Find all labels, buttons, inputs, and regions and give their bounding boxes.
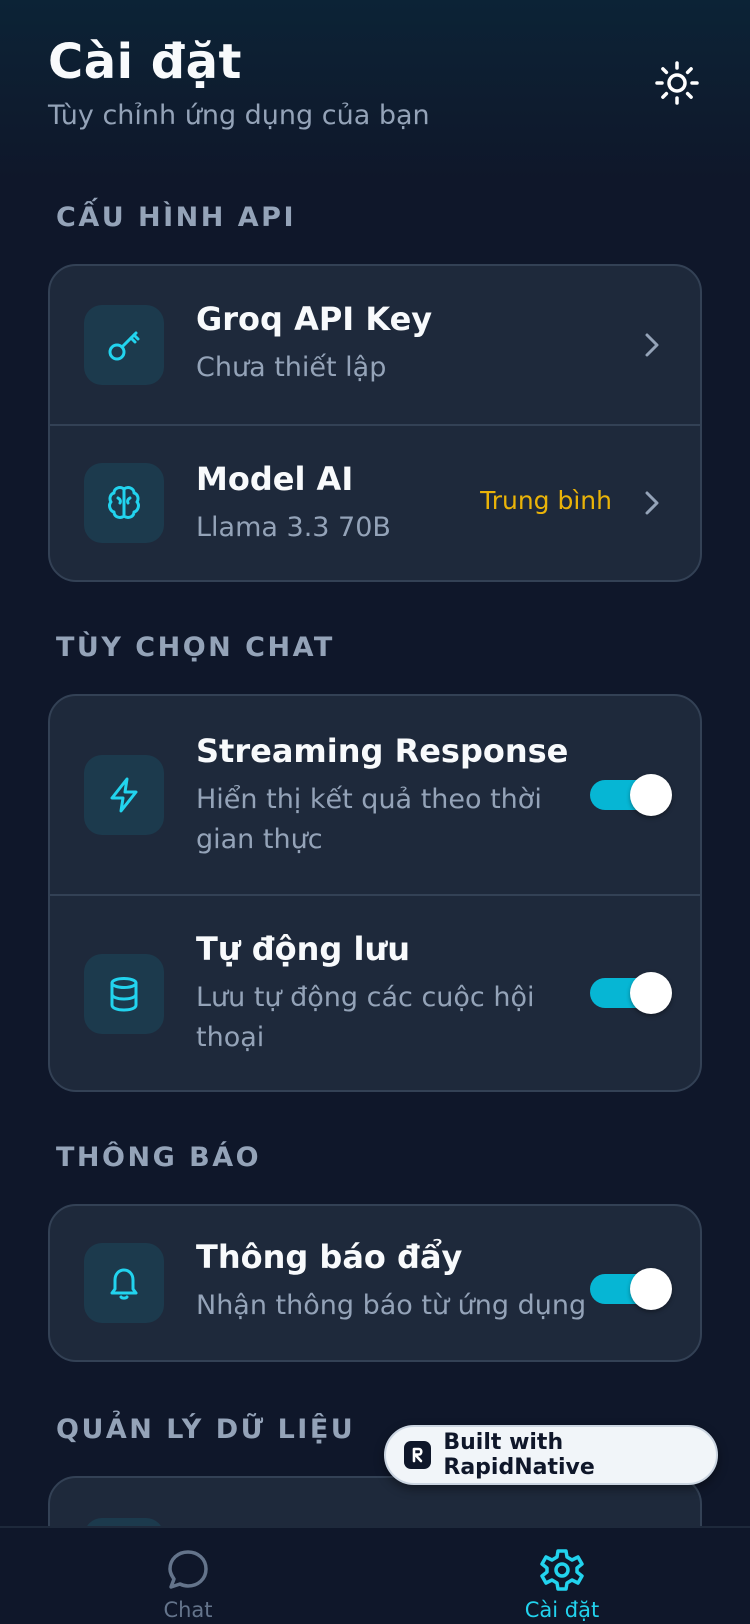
streaming-response-title: Streaming Response	[196, 732, 569, 770]
bottom-tab-bar: Chat Cài đặt	[0, 1526, 750, 1624]
groq-api-key-title: Groq API Key	[196, 300, 433, 338]
model-speed-badge: Trung bình	[480, 486, 612, 515]
lightning-icon-box	[84, 755, 164, 835]
header-background	[0, 0, 750, 180]
rapidnative-logo-icon	[404, 1441, 432, 1469]
streaming-response-desc-line2: gian thực	[196, 824, 323, 855]
chevron-right-icon	[636, 330, 666, 360]
bell-icon	[110, 1268, 138, 1300]
groq-api-key-row[interactable]: Groq API Key Chưa thiết lập	[50, 266, 700, 424]
key-icon-box	[84, 305, 164, 385]
model-ai-title: Model AI	[196, 460, 354, 498]
built-with-text: Built with RapidNative	[443, 1430, 595, 1480]
model-ai-row[interactable]: Model AI Llama 3.3 70B Trung bình	[50, 424, 700, 580]
auto-save-desc-line1: Lưu tự động các cuộc hội	[196, 982, 535, 1013]
toggle-knob	[630, 1268, 672, 1310]
settings-screen: Cài đặt Tùy chỉnh ứng dụng của bạn CẤU H…	[0, 0, 750, 1624]
theme-toggle-button[interactable]	[652, 58, 702, 108]
push-notification-title: Thông báo đẩy	[196, 1238, 463, 1276]
gear-icon	[540, 1549, 584, 1591]
database-icon-box	[84, 954, 164, 1034]
auto-save-title: Tự động lưu	[196, 930, 410, 968]
section-title-api: CẤU HÌNH API	[56, 202, 297, 233]
key-icon	[108, 331, 140, 361]
page-title: Cài đặt	[48, 34, 242, 90]
section-title-notifications: THÔNG BÁO	[56, 1142, 262, 1173]
auto-save-toggle[interactable]	[590, 972, 672, 1014]
tab-settings-label: Cài đặt	[524, 1598, 600, 1622]
toggle-knob	[630, 774, 672, 816]
section-title-data: QUẢN LÝ DỮ LIỆU	[56, 1414, 356, 1445]
brain-icon	[108, 486, 140, 519]
push-notification-desc: Nhận thông báo từ ứng dụng	[196, 1290, 587, 1321]
streaming-response-toggle[interactable]	[590, 774, 672, 816]
push-notification-toggle[interactable]	[590, 1268, 672, 1310]
chat-settings-card: Streaming Response Hiển thị kết quả theo…	[48, 694, 702, 1092]
page-subtitle: Tùy chỉnh ứng dụng của bạn	[48, 100, 430, 131]
auto-save-desc-line2: thoại	[196, 1022, 265, 1053]
brain-icon-box	[84, 463, 164, 543]
chat-bubble-icon	[168, 1550, 208, 1589]
tab-chat-label: Chat	[163, 1598, 213, 1622]
notification-settings-card: Thông báo đẩy Nhận thông báo từ ứng dụng	[48, 1204, 702, 1362]
groq-api-key-status: Chưa thiết lập	[196, 352, 387, 383]
model-ai-value: Llama 3.3 70B	[196, 512, 391, 543]
tab-settings[interactable]: Cài đặt	[462, 1528, 662, 1624]
sun-icon	[655, 61, 699, 105]
tab-chat[interactable]: Chat	[88, 1528, 288, 1624]
api-settings-card: Groq API Key Chưa thiết lập Model AI Lla…	[48, 264, 702, 582]
streaming-response-desc-line1: Hiển thị kết quả theo thời	[196, 784, 542, 815]
database-icon	[110, 977, 138, 1012]
section-title-chat: TÙY CHỌN CHAT	[56, 632, 335, 663]
auto-save-row: Tự động lưu Lưu tự động các cuộc hội tho…	[50, 894, 700, 1090]
push-notification-row: Thông báo đẩy Nhận thông báo từ ứng dụng	[50, 1206, 700, 1360]
lightning-icon	[110, 777, 138, 813]
toggle-knob	[630, 972, 672, 1014]
built-with-badge[interactable]: Built with RapidNative	[384, 1425, 718, 1485]
chevron-right-icon	[636, 488, 666, 518]
bell-icon-box	[84, 1243, 164, 1323]
streaming-response-row: Streaming Response Hiển thị kết quả theo…	[50, 696, 700, 894]
